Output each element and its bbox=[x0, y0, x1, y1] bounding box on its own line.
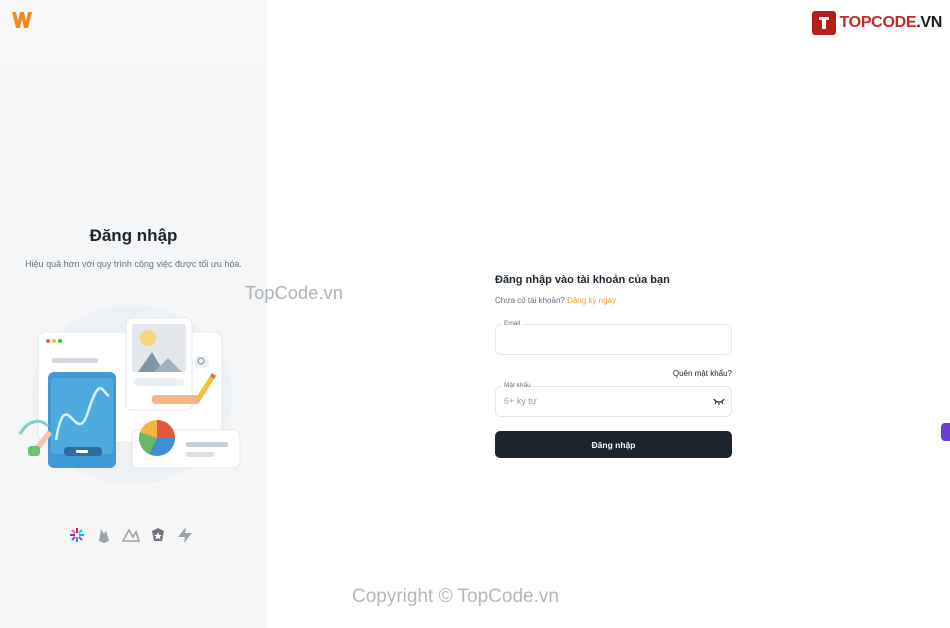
supabase-icon bbox=[176, 526, 194, 544]
email-label: Email bbox=[502, 320, 523, 327]
left-panel-subtitle: Hiệu quả hơn với quy trình công việc đượ… bbox=[25, 259, 242, 269]
no-account-text: Chưa có tài khoản? bbox=[495, 296, 565, 305]
password-label: Mật khẩu bbox=[502, 382, 533, 389]
auth0-icon bbox=[149, 526, 167, 544]
password-field[interactable]: Mật khẩu bbox=[495, 382, 732, 417]
email-field[interactable]: Email bbox=[495, 320, 732, 355]
left-panel-title: Đăng nhập bbox=[89, 226, 178, 245]
topcode-badge-icon bbox=[812, 11, 837, 35]
signup-link[interactable]: Đăng ký ngay bbox=[567, 296, 616, 305]
topcode-logo: TOPCODE.VN bbox=[812, 11, 942, 35]
jwt-icon bbox=[68, 526, 86, 544]
forgot-password-link[interactable]: Quên mật khẩu? bbox=[495, 369, 732, 378]
amplify-icon bbox=[122, 526, 140, 544]
password-input[interactable] bbox=[496, 387, 712, 414]
dashboard-illustration bbox=[18, 305, 241, 485]
w-logo-icon[interactable] bbox=[11, 10, 33, 30]
login-button[interactable]: Đăng nhập bbox=[495, 431, 732, 458]
brand-icons bbox=[68, 526, 194, 544]
form-title: Đăng nhập vào tài khoản của bạn bbox=[495, 274, 670, 286]
firebase-icon bbox=[95, 526, 113, 544]
eye-closed-icon[interactable] bbox=[713, 396, 725, 406]
watermark-copyright: Copyright © TopCode.vn bbox=[352, 586, 559, 607]
topcode-text: TOPCODE.VN bbox=[839, 14, 942, 31]
email-input[interactable] bbox=[496, 325, 712, 352]
signup-prompt: Chưa có tài khoản? Đăng ký ngay bbox=[495, 296, 732, 305]
watermark-site: TopCode.vn bbox=[245, 283, 344, 303]
side-widget-tab[interactable] bbox=[941, 423, 950, 441]
login-form: Đăng nhập vào tài khoản của bạn Chưa có … bbox=[495, 274, 732, 458]
left-panel: Đăng nhập Hiệu quả hơn với quy trình côn… bbox=[0, 0, 267, 628]
